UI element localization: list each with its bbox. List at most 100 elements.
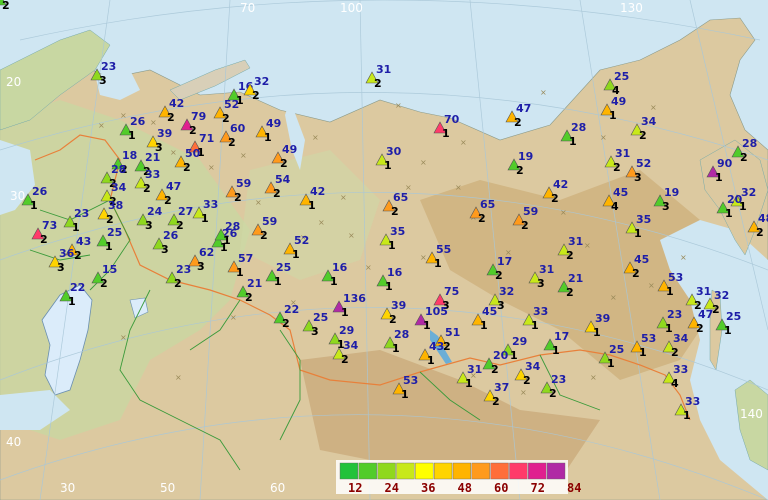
cross-marker-icon: × bbox=[540, 88, 547, 97]
station-count: 1 bbox=[609, 109, 617, 122]
cross-marker-icon: × bbox=[170, 148, 177, 157]
station-count: 3 bbox=[662, 200, 670, 213]
station-value: 32 bbox=[741, 186, 756, 199]
station-value: 52 bbox=[636, 157, 651, 170]
station-value: 38 bbox=[108, 199, 123, 212]
cross-marker-icon: × bbox=[584, 241, 591, 250]
station-value: 136 bbox=[343, 292, 366, 305]
station-count: 3 bbox=[537, 277, 545, 290]
station-count: 2 bbox=[391, 205, 399, 218]
legend-label: 12 bbox=[348, 481, 362, 495]
legend-swatch bbox=[339, 462, 359, 480]
grid-label-bottom-4: 60 bbox=[270, 481, 285, 495]
station-count: 3 bbox=[99, 74, 107, 87]
station-value: 22 bbox=[284, 303, 299, 316]
station-value: 42 bbox=[169, 97, 184, 110]
station-count: 2 bbox=[566, 249, 574, 262]
station-count: 1 bbox=[223, 234, 231, 247]
station-count: 1 bbox=[401, 388, 409, 401]
station-value: 25 bbox=[276, 261, 291, 274]
cross-marker-icon: × bbox=[648, 281, 655, 290]
station-value: 33 bbox=[533, 305, 548, 318]
station-count: 2 bbox=[260, 229, 268, 242]
station-count: 2 bbox=[2, 0, 10, 12]
station-count: 1 bbox=[607, 357, 615, 370]
station-count: 1 bbox=[341, 306, 349, 319]
station-count: 2 bbox=[40, 233, 48, 246]
station-count: 2 bbox=[234, 191, 242, 204]
station-value: 49 bbox=[282, 143, 297, 156]
station-value: 23 bbox=[176, 263, 191, 276]
station-count: 1 bbox=[68, 295, 76, 308]
grid-label-left-2: 30 bbox=[10, 189, 25, 203]
station-count: 1 bbox=[308, 199, 316, 212]
cross-marker-icon: × bbox=[340, 193, 347, 202]
station-value: 24 bbox=[147, 205, 163, 218]
grid-label-top-3: 130 bbox=[620, 1, 643, 15]
cross-marker-icon: × bbox=[680, 253, 687, 262]
station-count: 2 bbox=[245, 291, 253, 304]
cross-marker-icon: × bbox=[365, 263, 372, 272]
station-count: 1 bbox=[442, 127, 450, 140]
station-value: 34 bbox=[111, 181, 127, 194]
station-value: 60 bbox=[230, 122, 246, 135]
station-count: 4 bbox=[611, 200, 619, 213]
legend-label: 24 bbox=[385, 481, 399, 495]
station-count: 2 bbox=[495, 269, 503, 282]
legend-swatch bbox=[415, 462, 434, 480]
station-count: 2 bbox=[374, 77, 382, 90]
station-value: 33 bbox=[145, 168, 160, 181]
station-count: 1 bbox=[465, 377, 473, 390]
station-value: 45 bbox=[482, 305, 497, 318]
station-count: 2 bbox=[549, 387, 557, 400]
legend-swatch bbox=[452, 462, 472, 480]
station-value: 19 bbox=[518, 150, 533, 163]
station-value: 23 bbox=[74, 207, 89, 220]
station-count: 2 bbox=[273, 187, 281, 200]
station-count: 1 bbox=[30, 199, 38, 212]
station-value: 52 bbox=[224, 98, 239, 111]
station-count: 1 bbox=[201, 212, 209, 225]
station-value: 25 bbox=[726, 310, 741, 323]
station-value: 59 bbox=[523, 205, 538, 218]
station-count: 2 bbox=[514, 116, 522, 129]
station-count: 1 bbox=[72, 221, 80, 234]
legend-swatch bbox=[377, 462, 396, 480]
station-count: 1 bbox=[427, 354, 435, 367]
precipitation-map: 70 100 130 20 30 140 40 30 50 60 × × × × × × ×… bbox=[0, 0, 768, 500]
station-count: 2 bbox=[478, 212, 486, 225]
station-count: 2 bbox=[492, 395, 500, 408]
station-count: 1 bbox=[385, 280, 393, 293]
station-value: 90 bbox=[717, 157, 733, 170]
legend-swatch bbox=[471, 462, 490, 480]
station-value: 53 bbox=[668, 271, 683, 284]
station-value: 54 bbox=[275, 173, 291, 186]
station-value: 34 bbox=[673, 332, 689, 345]
station-value: 25 bbox=[614, 70, 629, 83]
station-value: 52 bbox=[294, 234, 309, 247]
grid-label-right-1: 140 bbox=[740, 407, 763, 421]
station-count: 2 bbox=[280, 157, 288, 170]
station-value: 71 bbox=[199, 132, 214, 145]
station-value: 35 bbox=[636, 213, 651, 226]
station-value: 31 bbox=[696, 285, 711, 298]
station-value: 31 bbox=[568, 235, 583, 248]
station-value: 47 bbox=[166, 180, 181, 193]
station-count: 2 bbox=[74, 249, 82, 262]
cross-marker-icon: × bbox=[120, 333, 127, 342]
station-value: 33 bbox=[203, 198, 218, 211]
station-value: 35 bbox=[390, 225, 405, 238]
station-count: 3 bbox=[161, 243, 169, 256]
station-value: 62 bbox=[199, 246, 214, 259]
station-value: 28 bbox=[571, 121, 586, 134]
cross-marker-icon: × bbox=[560, 208, 567, 217]
station-value: 22 bbox=[70, 281, 85, 294]
station-value: 31 bbox=[539, 263, 554, 276]
station-count: 1 bbox=[725, 207, 733, 220]
station-count: 2 bbox=[521, 219, 529, 232]
station-count: 1 bbox=[569, 135, 577, 148]
station-count: 2 bbox=[164, 194, 172, 207]
station-count: 1 bbox=[264, 131, 272, 144]
station-value: 30 bbox=[386, 145, 402, 158]
station-count: 2 bbox=[222, 112, 230, 125]
